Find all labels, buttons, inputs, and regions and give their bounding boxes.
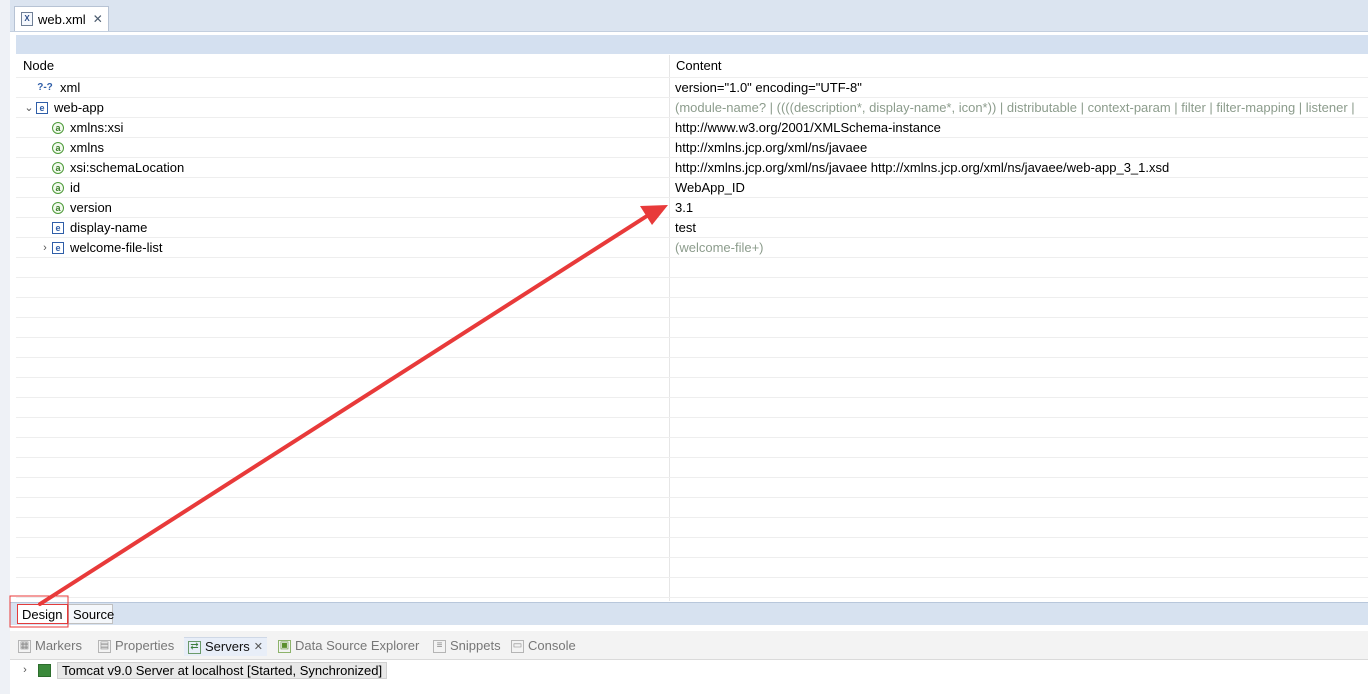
tree-node-label: xsi:schemaLocation xyxy=(70,160,185,175)
tab-source[interactable]: Source xyxy=(68,604,114,624)
server-icon xyxy=(38,663,51,677)
tree-row-node[interactable]: › e welcome-file-list xyxy=(38,238,638,258)
attribute-icon: a xyxy=(52,122,64,134)
database-icon: ▣ xyxy=(278,639,291,653)
xml-file-icon: X xyxy=(21,12,33,26)
tree-row-content[interactable]: http://xmlns.jcp.org/xml/ns/javaee xyxy=(675,138,1365,158)
tab-properties-label: Properties xyxy=(115,638,175,653)
attribute-icon: a xyxy=(52,142,64,154)
element-icon: e xyxy=(36,102,48,114)
tree-row-node[interactable]: a xsi:schemaLocation xyxy=(38,158,638,178)
servers-icon: ⇄ xyxy=(188,640,201,654)
left-gutter xyxy=(0,0,10,694)
tree-row-content[interactable]: version="1.0" encoding="UTF-8" xyxy=(675,78,1365,98)
tree-node-label: xmlns:xsi xyxy=(70,120,124,135)
attribute-icon: a xyxy=(52,162,64,174)
tree-node-label: web-app xyxy=(54,100,104,115)
tab-markers[interactable]: ▦ Markers xyxy=(18,637,82,655)
grid-line xyxy=(16,317,1368,318)
tree-row-content[interactable]: http://xmlns.jcp.org/xml/ns/javaee http:… xyxy=(675,158,1365,178)
grid-line xyxy=(16,417,1368,418)
grid-line xyxy=(16,397,1368,398)
tab-snippets-label: Snippets xyxy=(450,638,501,653)
element-icon: e xyxy=(52,222,64,234)
tree-row-node[interactable]: a xmlns xyxy=(38,138,638,158)
tab-design[interactable]: Design xyxy=(17,604,68,624)
tree-row-content[interactable]: 3.1 xyxy=(675,198,1365,218)
grid-line xyxy=(16,457,1368,458)
tree-row-content[interactable]: test xyxy=(675,218,1365,238)
tree-node-label: xmlns xyxy=(70,140,104,155)
design-view-header xyxy=(16,35,1368,54)
tab-console[interactable]: ▭ Console xyxy=(511,637,576,655)
tree-row-node[interactable]: a xmlns:xsi xyxy=(38,118,638,138)
tree-row-node[interactable]: a id xyxy=(38,178,638,198)
column-header-content[interactable]: Content xyxy=(676,56,976,76)
tab-markers-label: Markers xyxy=(35,638,82,653)
tab-console-label: Console xyxy=(528,638,576,653)
tree-row-node[interactable]: ⌄ e web-app xyxy=(22,98,622,118)
tab-snippets[interactable]: ≡ Snippets xyxy=(433,637,501,655)
console-icon: ▭ xyxy=(511,639,524,653)
grid-line xyxy=(16,577,1368,578)
tree-node-label: xml xyxy=(60,80,81,95)
views-tab-bar: ▦ Markers ▤ Properties ⇄ Servers ✕ ▣ Dat… xyxy=(10,631,1368,660)
tree-row-content[interactable]: http://www.w3.org/2001/XMLSchema-instanc… xyxy=(675,118,1365,138)
xml-design-tree: Node Content ?-? xml version="1.0" encodin… xyxy=(16,55,1368,601)
tree-row-content[interactable]: WebApp_ID xyxy=(675,178,1365,198)
markers-icon: ▦ xyxy=(18,639,31,653)
grid-line xyxy=(16,277,1368,278)
tree-node-label: display-name xyxy=(70,220,148,235)
close-icon[interactable]: ✕ xyxy=(254,638,263,656)
editor-tab-web-xml[interactable]: X web.xml ✕ xyxy=(14,6,109,31)
grid-line xyxy=(16,517,1368,518)
grid-line xyxy=(16,537,1368,538)
tree-row-node[interactable]: a version xyxy=(38,198,638,218)
tree-node-label: id xyxy=(70,180,81,195)
tab-data-source-explorer[interactable]: ▣ Data Source Explorer xyxy=(278,637,419,655)
tree-node-label: welcome-file-list xyxy=(70,240,163,255)
attribute-icon: a xyxy=(52,182,64,194)
grid-line xyxy=(16,297,1368,298)
snippets-icon: ≡ xyxy=(433,639,446,653)
attribute-icon: a xyxy=(52,202,64,214)
tree-row-node[interactable]: ?-? xml xyxy=(22,78,622,98)
element-icon: e xyxy=(52,242,64,254)
processing-instruction-icon: ?-? xyxy=(37,82,53,93)
grid-line xyxy=(16,437,1368,438)
tree-row-node[interactable]: e display-name xyxy=(38,218,638,238)
tab-servers[interactable]: ⇄ Servers ✕ xyxy=(184,637,268,656)
column-header-node[interactable]: Node xyxy=(23,56,323,76)
server-entry[interactable]: › Tomcat v9.0 Server at localhost [Start… xyxy=(18,660,388,680)
tab-properties[interactable]: ▤ Properties xyxy=(98,637,174,655)
grid-line xyxy=(16,497,1368,498)
chevron-down-icon[interactable]: ⌄ xyxy=(22,98,36,118)
server-label: Tomcat v9.0 Server at localhost [Started… xyxy=(57,661,388,679)
grid-line xyxy=(16,477,1368,478)
grid-line xyxy=(16,377,1368,378)
chevron-right-icon[interactable]: › xyxy=(38,238,52,258)
grid-line xyxy=(16,357,1368,358)
tab-servers-label: Servers xyxy=(205,639,250,654)
grid-line xyxy=(16,337,1368,338)
grid-line xyxy=(16,597,1368,598)
tree-row-content[interactable]: (welcome-file+) xyxy=(675,238,1365,258)
chevron-right-icon[interactable]: › xyxy=(18,664,32,676)
editor-page-tabs: Design Source xyxy=(10,602,1368,625)
tab-data-source-explorer-label: Data Source Explorer xyxy=(295,638,420,653)
tree-row-content[interactable]: (module-name? | ((((description*, displa… xyxy=(675,98,1365,118)
tree-node-label: version xyxy=(70,200,112,215)
editor-tab-bar: X web.xml ✕ xyxy=(10,0,1368,32)
close-icon[interactable]: ✕ xyxy=(93,12,103,26)
properties-icon: ▤ xyxy=(98,639,111,653)
editor-tab-title: web.xml xyxy=(38,11,86,27)
grid-line xyxy=(16,557,1368,558)
